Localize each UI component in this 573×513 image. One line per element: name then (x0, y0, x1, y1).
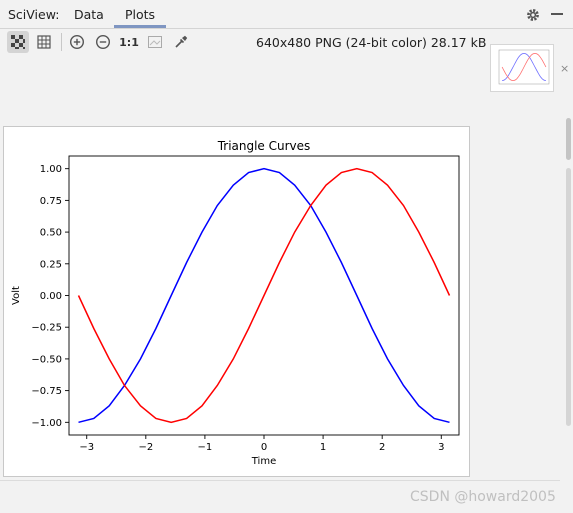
y-tick-label: 0.50 (40, 228, 62, 239)
thumbnail-red-curve (501, 52, 547, 82)
chart-title: Triangle Curves (217, 139, 311, 153)
gear-icon[interactable] (526, 7, 540, 21)
y-axis-label: Volt (11, 286, 22, 305)
actual-size-icon[interactable]: 1:1 (118, 31, 140, 53)
thumbnail-close-icon[interactable]: × (560, 62, 569, 75)
minimize-icon[interactable] (551, 13, 563, 15)
tab-data[interactable]: Data (74, 7, 104, 22)
app-title: SciView: (8, 7, 60, 22)
y-tick-label: −0.25 (31, 323, 62, 334)
zoom-in-icon[interactable] (66, 31, 88, 53)
y-tick-label: 0.25 (40, 259, 62, 270)
x-tick-label: 2 (379, 442, 385, 453)
eyedropper-icon[interactable] (170, 31, 192, 53)
y-tick-label: 1.00 (40, 164, 62, 175)
x-tick-label: −3 (79, 442, 94, 453)
plot-image: −3 −2 −1 0 1 2 3 −1.00 −0.75 −0.50 −0.25 0.00 0.25 0.… (3, 126, 470, 477)
x-tick-label: −2 (138, 442, 153, 453)
y-tick-label: −0.50 (31, 354, 62, 365)
line-chart: −3 −2 −1 0 1 2 3 −1.00 −0.75 −0.50 −0.25 0.00 0.25 0.… (11, 139, 460, 467)
y-tick-label: −0.75 (31, 386, 62, 397)
y-tick-label: 0.00 (40, 291, 62, 302)
image-info-text: 640x480 PNG (24-bit color) 28.17 kB (256, 35, 487, 50)
y-tick-label: 0.75 (40, 196, 62, 207)
zoom-out-icon[interactable] (92, 31, 114, 53)
x-axis-label: Time (251, 456, 276, 467)
watermark: CSDN @howard2005 (410, 489, 556, 505)
toolbar-separator (61, 33, 62, 51)
tab-plots[interactable]: Plots (113, 7, 167, 28)
y-tick-label: −1.00 (31, 418, 62, 429)
x-tick-label: 3 (438, 442, 444, 453)
scrollbar-track[interactable] (566, 168, 571, 426)
fit-image-icon[interactable] (144, 31, 166, 53)
x-tick-label: 0 (261, 442, 267, 453)
transparency-checker-icon[interactable] (7, 31, 29, 53)
x-tick-label: 1 (320, 442, 326, 453)
series-line-2 (77, 167, 451, 424)
divider (0, 480, 560, 481)
grid-icon[interactable] (33, 31, 55, 53)
scrollbar-thumb[interactable] (566, 118, 571, 160)
plot-thumbnail[interactable] (490, 44, 554, 92)
thumbnail-preview (498, 49, 550, 85)
x-tick-label: −1 (198, 442, 213, 453)
sciview-header: SciView: Data Plots (0, 0, 573, 29)
